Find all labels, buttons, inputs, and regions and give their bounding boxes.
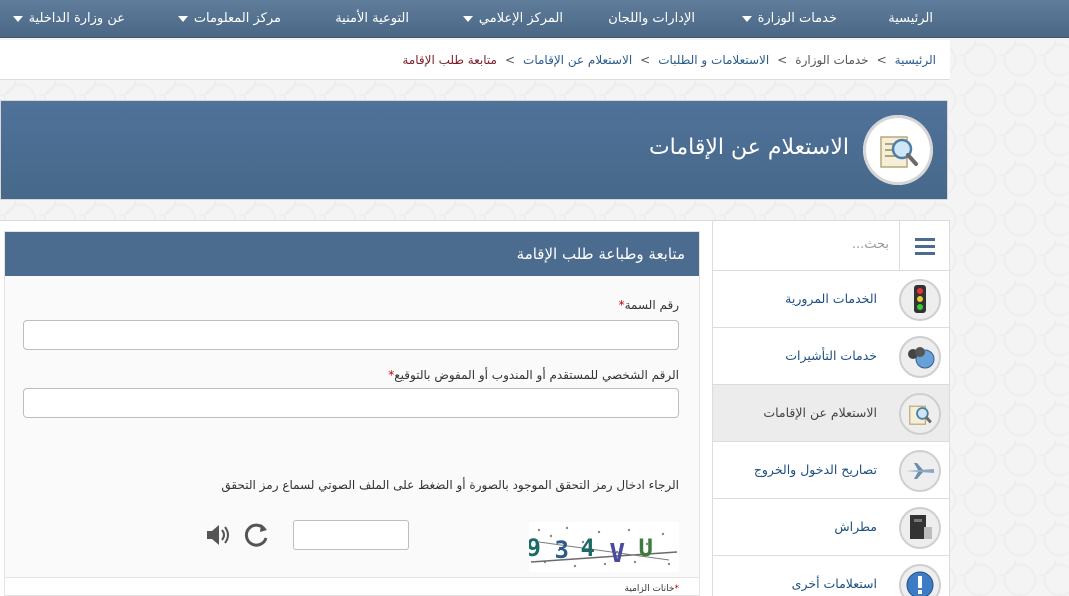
captcha-image: 9 3 4 V U: [527, 522, 679, 572]
nav-item-info-center[interactable]: مركز المعلومات: [177, 0, 281, 38]
form-body: رقم السمة* الرقم الشخصي للمستقدم أو المن…: [5, 276, 699, 594]
nav-item-departments[interactable]: الإدارات واللجان: [608, 0, 695, 38]
svg-text:V: V: [609, 539, 625, 569]
nav-item-label: مركز المعلومات: [193, 11, 281, 26]
nav-item-about-ministry[interactable]: عن وزارة الداخلية: [12, 0, 125, 38]
personal-number-input[interactable]: [23, 388, 679, 418]
nav-item-media-center[interactable]: المركز الإعلامي: [462, 0, 563, 38]
required-mark: *: [674, 584, 680, 594]
label-text: الرقم الشخصي للمستقدم أو المندوب أو المف…: [394, 368, 679, 382]
computer-icon: [899, 507, 941, 549]
chevron-down-icon: [462, 16, 473, 22]
nav-item-home[interactable]: الرئيسية: [888, 0, 933, 38]
sidebar-item-label: الخدمات المرورية: [785, 291, 877, 306]
sidebar-item-label: تصاريح الدخول والخروج: [753, 462, 877, 477]
form-title: متابعة وطباعة طلب الإقامة: [5, 232, 699, 276]
breadcrumb-ministry-services[interactable]: خدمات الوزارة: [795, 53, 868, 67]
refresh-icon[interactable]: [241, 520, 271, 550]
breadcrumb-residency-inquiry[interactable]: الاستعلام عن الإقامات: [523, 53, 632, 67]
page-title: الاستعلام عن الإقامات: [648, 135, 849, 160]
top-navigation: الرئيسية خدمات الوزارة الإدارات واللجان …: [0, 0, 1069, 38]
sidebar-item-label: خدمات التأشيرات: [785, 348, 877, 363]
magnifier-document-icon: [863, 115, 933, 185]
exclamation-icon: [899, 564, 941, 596]
sidebar-item-entry-exit-permits[interactable]: تصاريح الدخول والخروج: [713, 442, 949, 499]
nav-item-label: الإدارات واللجان: [608, 11, 695, 26]
chevron-down-icon: [741, 16, 752, 22]
nav-item-label: عن وزارة الداخلية: [28, 11, 125, 26]
field-label-personal-number: الرقم الشخصي للمستقدم أو المندوب أو المف…: [388, 368, 679, 382]
label-text: رقم السمة: [624, 298, 679, 312]
hamburger-menu-icon[interactable]: [899, 221, 949, 271]
nav-item-security-awareness[interactable]: التوعية الأمنية: [335, 0, 409, 38]
nav-item-ministry-services[interactable]: خدمات الوزارة: [741, 0, 837, 38]
field-label-visa-number: رقم السمة*: [619, 298, 679, 312]
svg-text:4: 4: [581, 534, 595, 562]
nav-item-label: المركز الإعلامي: [478, 11, 563, 26]
airplane-icon: [899, 450, 941, 492]
sidebar-item-visa-services[interactable]: خدمات التأشيرات: [713, 328, 949, 385]
speaker-icon[interactable]: [203, 520, 233, 550]
visa-number-input[interactable]: [23, 320, 679, 350]
svg-text:U: U: [639, 534, 653, 562]
traffic-light-icon: [899, 279, 941, 321]
page-banner: الاستعلام عن الإقامات: [0, 100, 948, 200]
breadcrumb-separator: >: [777, 52, 788, 67]
breadcrumb-current: متابعة طلب الإقامة: [402, 52, 497, 67]
breadcrumb-separator: >: [504, 52, 516, 67]
breadcrumb-home[interactable]: الرئيسية: [895, 53, 936, 67]
search-input[interactable]: بحث...: [852, 237, 889, 252]
sidebar-search: بحث...: [713, 221, 949, 271]
caption-text: خانات الزامية: [624, 584, 675, 594]
sidebar-item-label: مطراش: [834, 519, 877, 534]
svg-text:9: 9: [529, 534, 541, 562]
sidebar-item-other-inquiries[interactable]: استعلامات أخرى: [713, 556, 949, 596]
magnifier-document-icon: [899, 393, 941, 435]
chevron-down-icon: [177, 16, 188, 22]
breadcrumb-separator: >: [876, 52, 887, 67]
breadcrumb: الرئيسية > خدمات الوزارة > الاستعلامات و…: [0, 40, 950, 80]
sidebar-item-residency-inquiry[interactable]: الاستعلام عن الإقامات: [713, 385, 949, 442]
sidebar-item-label: استعلامات أخرى: [791, 576, 877, 591]
breadcrumb-inquiries[interactable]: الاستعلامات و الطلبات: [658, 53, 769, 67]
sidebar-item-matrash[interactable]: مطراش: [713, 499, 949, 556]
nav-item-label: الرئيسية: [888, 11, 933, 26]
captcha-input[interactable]: [293, 520, 409, 550]
nav-item-label: التوعية الأمنية: [335, 11, 409, 26]
nav-item-label: خدمات الوزارة: [757, 11, 837, 26]
required-fields-note: *خانات الزامية: [625, 584, 679, 594]
sidebar-item-label: الاستعلام عن الإقامات: [763, 405, 877, 420]
breadcrumb-separator: >: [640, 52, 651, 67]
chevron-down-icon: [12, 16, 23, 22]
binoculars-globe-icon: [899, 336, 941, 378]
svg-text:3: 3: [555, 536, 569, 564]
sidebar: بحث... الخدمات المرورية خدمات التأشيرات: [712, 221, 950, 596]
captcha-hint: الرجاء ادخال رمز التحقق الموجود بالصورة …: [221, 478, 679, 492]
sidebar-item-traffic-services[interactable]: الخدمات المرورية: [713, 271, 949, 328]
form-panel: متابعة وطباعة طلب الإقامة رقم السمة* الر…: [4, 231, 700, 596]
